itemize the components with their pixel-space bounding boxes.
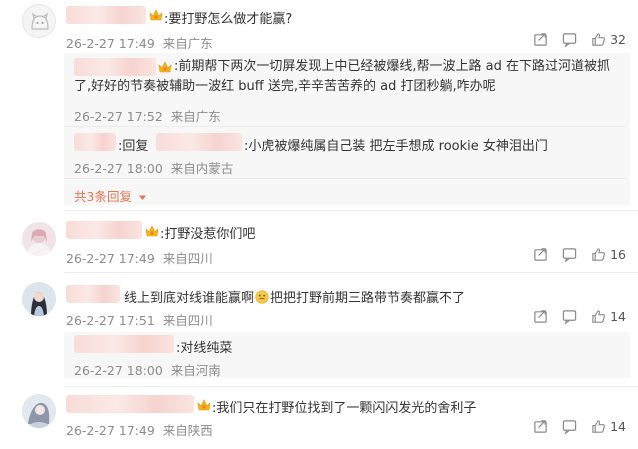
- like-count: 16: [610, 247, 626, 262]
- username-blurred[interactable]: [66, 221, 142, 239]
- reply-text: :前期帮下两次一切屏发现上中已经被爆线,帮一波上路 ad 在下路过河道被抓了,好…: [74, 59, 610, 94]
- thumbs-up-icon[interactable]: [591, 247, 606, 262]
- comment-text: :要打野怎么做才能赢?: [164, 12, 293, 27]
- share-icon[interactable]: [533, 32, 548, 47]
- like-button[interactable]: 32: [591, 32, 626, 47]
- comment-actions: 14: [533, 309, 626, 324]
- comment-location: 来自四川: [162, 313, 213, 328]
- comment-text: :打野没惹你们吧: [160, 227, 256, 242]
- thumbs-up-icon[interactable]: [591, 309, 606, 324]
- reply-location: 来自内蒙古: [170, 161, 234, 176]
- vip-crown-icon: [145, 225, 159, 238]
- comment-location: 来自广东: [162, 36, 213, 51]
- username-blurred[interactable]: [66, 395, 194, 413]
- triangle-down-icon: [138, 195, 146, 200]
- comment-icon[interactable]: [562, 247, 577, 262]
- vip-crown-icon: [197, 399, 211, 412]
- comment-text-part: 线上到底对线谁能赢啊: [124, 291, 255, 306]
- like-count: 14: [610, 419, 626, 434]
- avatar-photo-icon: [22, 222, 56, 256]
- comment-separator: [64, 272, 638, 273]
- avatar-photo-icon: [22, 394, 56, 428]
- reply-time: 26-2-27 18:00: [74, 161, 163, 176]
- comment-time: 26-2-27 17:51: [66, 313, 155, 328]
- comment-time: 26-2-27 17:49: [66, 423, 155, 438]
- comment-icon[interactable]: [562, 419, 577, 434]
- username-blurred[interactable]: [66, 6, 146, 24]
- comment-text-part: 把把打野前期三路带节奏都赢不了: [270, 291, 466, 306]
- thumbs-up-icon[interactable]: [591, 32, 606, 47]
- reply-location: 来自广东: [170, 109, 221, 124]
- reply-meta: 26-2-27 17:52 来自广东: [74, 106, 221, 125]
- like-count: 32: [610, 32, 626, 47]
- thumbs-up-icon[interactable]: [591, 419, 606, 434]
- reply-time: 26-2-27 17:52: [74, 109, 163, 124]
- comment-actions: 14: [533, 419, 626, 434]
- avatar[interactable]: [22, 282, 56, 316]
- avatar[interactable]: [22, 4, 56, 38]
- comment-time: 26-2-27 17:49: [66, 36, 155, 51]
- comment-meta: 26-2-27 17:51 来自四川: [66, 310, 213, 329]
- share-icon[interactable]: [533, 419, 548, 434]
- reply-divider: [64, 178, 626, 179]
- like-button[interactable]: 16: [591, 247, 626, 262]
- reply-meta: 26-2-27 18:00 来自河南: [74, 360, 221, 379]
- like-button[interactable]: 14: [591, 309, 626, 324]
- comment-time: 26-2-27 17:49: [66, 251, 155, 266]
- share-icon[interactable]: [533, 309, 548, 324]
- comment-separator: [64, 210, 638, 211]
- username-blurred[interactable]: [66, 285, 120, 303]
- comment-location: 来自陕西: [162, 423, 213, 438]
- more-replies-label: 共3条回复: [74, 189, 132, 204]
- comment-meta: 26-2-27 17:49 来自陕西: [66, 420, 213, 439]
- comment-actions: 16: [533, 247, 626, 262]
- vip-crown-icon: [149, 9, 163, 22]
- emoji-icon: [255, 290, 269, 304]
- avatar-cat-icon: [23, 5, 55, 37]
- comment-meta: 26-2-27 17:49 来自四川: [66, 248, 213, 267]
- comment-icon[interactable]: [562, 32, 577, 47]
- comment-text: 线上到底对线谁能赢啊 把把打野前期三路带节奏都赢不了: [124, 287, 465, 306]
- comment-actions: 32: [533, 32, 626, 47]
- comment-separator: [64, 386, 638, 387]
- reply-text: :小虎被爆纯属自己装 把左手想成 rookie 女神泪出门: [244, 139, 548, 154]
- reply-username-blurred[interactable]: [74, 335, 174, 353]
- comment-text: :我们只在打野位找到了一颗闪闪发光的舍利子: [212, 401, 477, 416]
- more-replies-link[interactable]: 共3条回复: [74, 186, 147, 205]
- comment-meta: 26-2-27 17:49 来自广东: [66, 33, 213, 52]
- avatar-photo-icon: [22, 282, 56, 316]
- reply-meta: 26-2-27 18:00 来自内蒙古: [74, 158, 233, 177]
- avatar[interactable]: [22, 394, 56, 428]
- share-icon[interactable]: [533, 247, 548, 262]
- reply-text: :对线纯菜: [176, 341, 233, 356]
- reply-to-username-blurred[interactable]: [156, 133, 242, 151]
- reply-location: 来自河南: [170, 363, 221, 378]
- reply-username-blurred[interactable]: [74, 133, 116, 151]
- reply-divider: [64, 126, 626, 127]
- reply-time: 26-2-27 18:00: [74, 363, 163, 378]
- comment-location: 来自四川: [162, 251, 213, 266]
- like-button[interactable]: 14: [591, 419, 626, 434]
- avatar[interactable]: [22, 222, 56, 256]
- comment-icon[interactable]: [562, 309, 577, 324]
- reply-prefix: :回复: [118, 139, 149, 154]
- like-count: 14: [610, 309, 626, 324]
